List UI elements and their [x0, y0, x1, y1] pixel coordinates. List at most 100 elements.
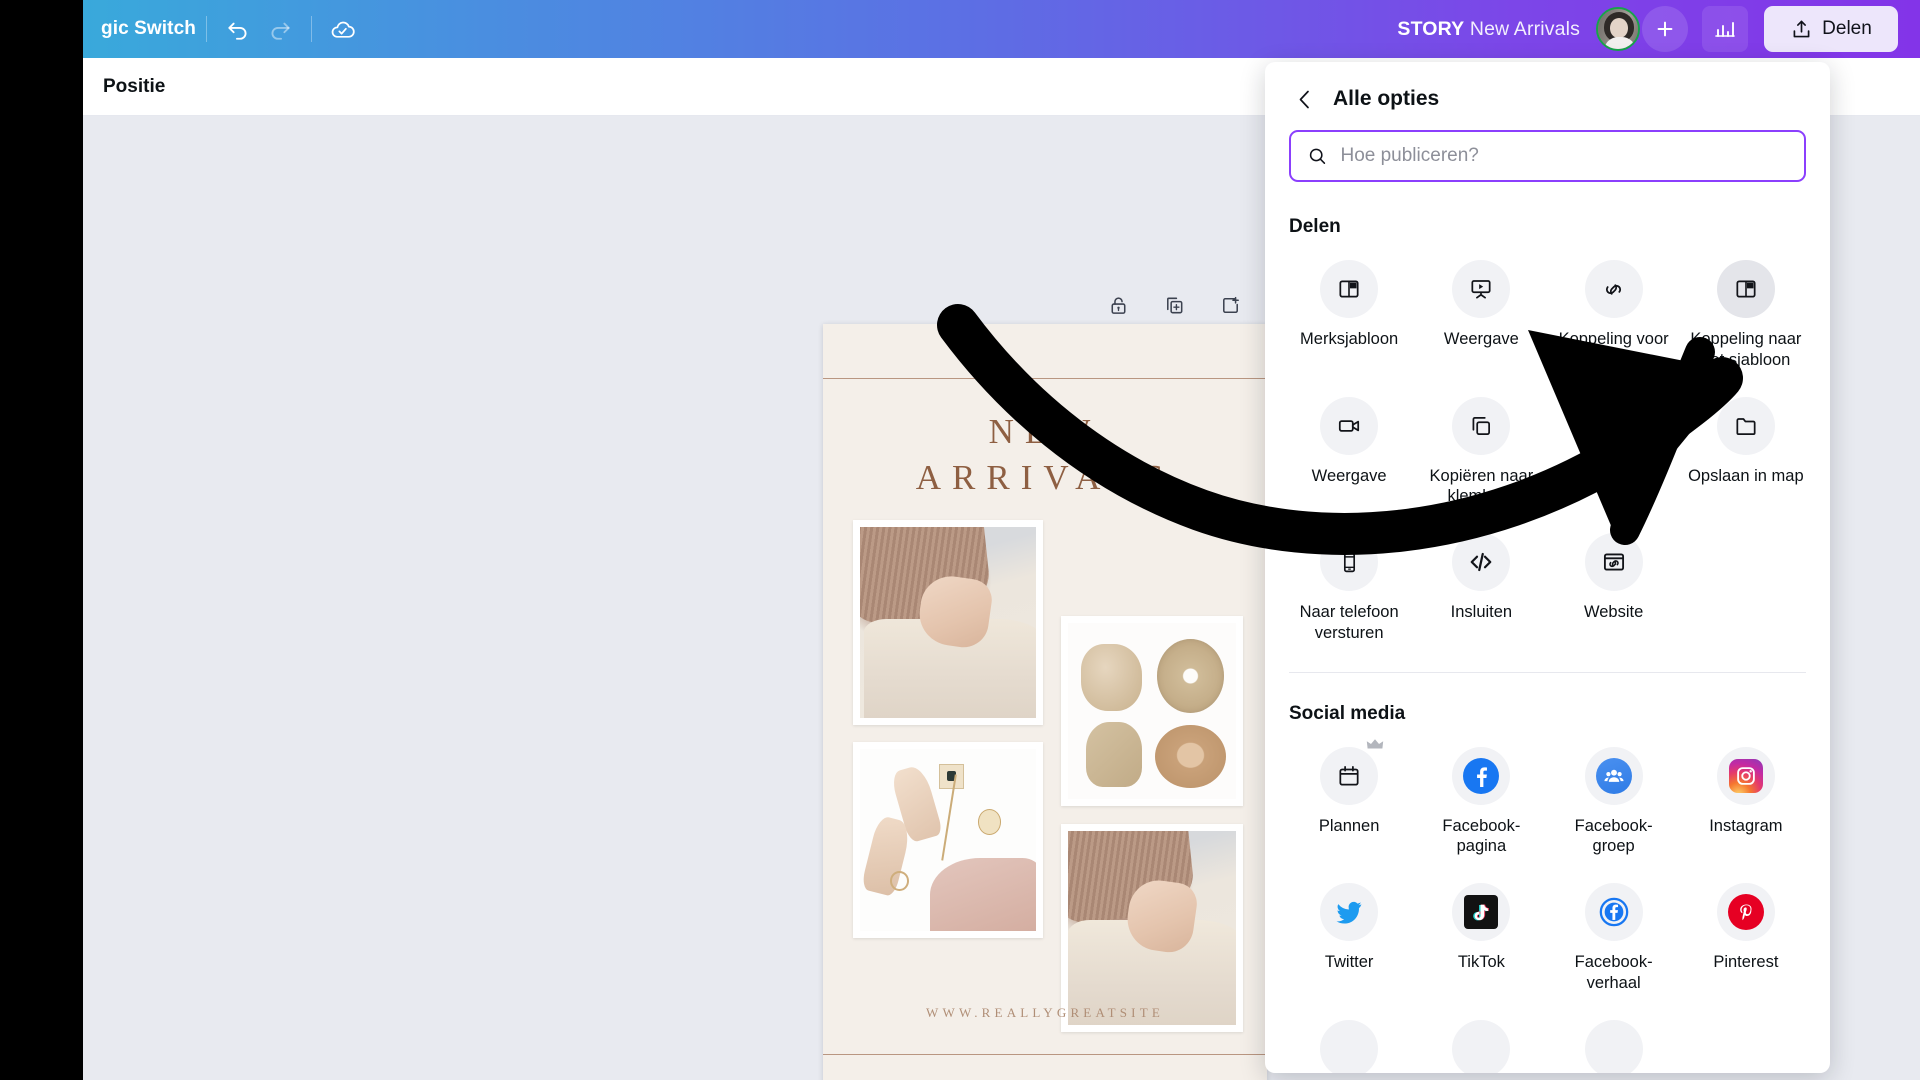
- undo-button[interactable]: [217, 8, 259, 50]
- option-icon-bubble: [1716, 746, 1775, 805]
- chevron-left-icon: [1299, 90, 1309, 108]
- toolbar-divider-2: [310, 16, 312, 42]
- poster-photo-2: [1061, 616, 1243, 806]
- option-icon-bubble: [1452, 533, 1511, 592]
- add-page-button[interactable]: [1213, 288, 1247, 322]
- option-twitter[interactable]: Twitter: [1283, 871, 1415, 1004]
- option-weergave-opnemen[interactable]: Weergave: [1283, 385, 1415, 518]
- cloud-check-icon: [332, 21, 356, 38]
- option-icon-bubble: [1320, 1019, 1379, 1073]
- option-icon-bubble: [1584, 396, 1643, 455]
- option-naar-telefoon[interactable]: Naar telefoon versturen: [1283, 521, 1415, 654]
- option-label: Weergave: [1311, 466, 1387, 485]
- document-title[interactable]: STORY New Arrivals: [1397, 18, 1580, 41]
- option-facebook-verhaal[interactable]: Facebook-verhaal: [1548, 871, 1680, 1004]
- option-kopieren-klembord[interactable]: Kopiëren naar klembord: [1415, 385, 1547, 518]
- option-label: Opslaan in map: [1688, 466, 1804, 485]
- position-button[interactable]: Positie: [83, 76, 165, 98]
- avatar[interactable]: [1596, 7, 1640, 51]
- twitter-icon: [1336, 902, 1362, 924]
- bar-chart-icon: [1715, 22, 1735, 37]
- code-icon: [1471, 553, 1492, 572]
- option-icon-bubble: [1452, 1019, 1511, 1073]
- option-weergave[interactable]: Weergave: [1415, 248, 1547, 381]
- brand-label: gic Switch: [101, 18, 196, 39]
- panel-back-button[interactable]: [1289, 84, 1319, 114]
- delen-grid: Merksjabloon Weergave Koppeling voor Kop…: [1265, 248, 1830, 654]
- option-facebook-pagina[interactable]: Facebook-pagina: [1415, 735, 1547, 868]
- option-label: Insluiten: [1450, 603, 1513, 622]
- option-icon-bubble: [1584, 1019, 1643, 1073]
- instagram-icon: [1728, 758, 1763, 793]
- phone-icon: [1343, 552, 1355, 572]
- option-pinterest[interactable]: Pinterest: [1680, 871, 1812, 1004]
- option-icon-bubble: [1584, 533, 1643, 592]
- link-icon: [1606, 283, 1622, 295]
- option-label: Facebook-pagina: [1442, 816, 1521, 856]
- copy-icon: [1472, 416, 1491, 435]
- option-partial-2[interactable]: [1415, 1008, 1547, 1073]
- template-link-icon: [1736, 280, 1756, 298]
- option-label: Instagram: [1709, 816, 1783, 835]
- undo-icon: [228, 22, 247, 40]
- option-facebook-groep[interactable]: Facebook-groep: [1548, 735, 1680, 868]
- option-label: Facebook-groep: [1574, 816, 1653, 856]
- duplicate-page-button[interactable]: [1157, 288, 1191, 322]
- panel-title: Alle opties: [1333, 87, 1440, 110]
- search-input[interactable]: [1340, 145, 1788, 167]
- option-icon-bubble: [1452, 260, 1511, 318]
- option-icon-bubble: [1716, 883, 1775, 942]
- add-collaborator-button[interactable]: [1642, 6, 1688, 52]
- option-icon-bubble: [1452, 883, 1511, 942]
- option-plannen[interactable]: Plannen: [1283, 735, 1415, 868]
- option-icon-bubble: [1716, 396, 1775, 455]
- share-button-label: Delen: [1822, 18, 1872, 39]
- poster-rule-top: [823, 378, 1267, 379]
- crown-pro-icon: [1366, 738, 1384, 749]
- option-label: TikTok: [1457, 953, 1505, 972]
- option-instagram[interactable]: Instagram: [1680, 735, 1812, 868]
- document-title-rest: New Arrivals: [1464, 17, 1580, 40]
- panel-search-wrap: [1265, 122, 1830, 182]
- lock-page-button[interactable]: [1101, 288, 1135, 322]
- option-icon-bubble: [1584, 746, 1643, 805]
- toolbar-divider: [205, 16, 207, 42]
- option-koppeling-voor[interactable]: Koppeling voor: [1548, 248, 1680, 381]
- option-label: Facebook-verhaal: [1574, 953, 1653, 993]
- search-box[interactable]: [1289, 130, 1806, 182]
- plus-icon: [1657, 21, 1673, 37]
- option-partial-3[interactable]: [1548, 1008, 1680, 1073]
- social-grid: Plannen Facebook-pagina Facebook-groep I…: [1265, 735, 1830, 1073]
- option-label: Kopiëren naar klembord: [1429, 466, 1534, 506]
- option-insluiten[interactable]: Insluiten: [1415, 521, 1547, 654]
- redo-button[interactable]: [259, 8, 301, 50]
- document-title-bold: STORY: [1397, 17, 1465, 40]
- option-koppeling-naar-sjabloon[interactable]: Koppeling naar het sjabloon: [1680, 248, 1812, 381]
- video-record-icon: [1339, 419, 1360, 432]
- calendar-icon: [1339, 765, 1359, 786]
- upload-icon: [1793, 20, 1810, 37]
- facebook-icon: [1463, 757, 1500, 794]
- insights-button[interactable]: [1702, 6, 1748, 52]
- lock-icon: [1111, 296, 1125, 314]
- option-icon-bubble: [1320, 883, 1379, 942]
- option-tiktok[interactable]: TikTok: [1415, 871, 1547, 1004]
- option-partial-1[interactable]: [1283, 1008, 1415, 1073]
- section-title-social: Social media: [1289, 702, 1406, 724]
- left-rail: [0, 0, 83, 1080]
- option-icon-bubble: [1320, 738, 1384, 805]
- option-website[interactable]: Website: [1548, 521, 1680, 654]
- panel-scroll-area[interactable]: Delen Merksjabloon Weergave Koppeling vo…: [1265, 186, 1830, 1073]
- tiktok-icon: [1464, 895, 1499, 930]
- poster-photo-4: [1061, 824, 1243, 1032]
- add-page-icon: [1222, 296, 1239, 313]
- cloud-saved-button[interactable]: [322, 8, 364, 50]
- option-icon-bubble: [1452, 396, 1511, 455]
- design-canvas: NEW ARRIVALS WWW.REALLYGREATSITE: [823, 324, 1267, 1080]
- option-merksjabloon[interactable]: Merksjabloon: [1283, 248, 1415, 381]
- share-button[interactable]: Delen: [1764, 6, 1898, 52]
- poster-rule-bottom: [823, 1054, 1267, 1055]
- option-qr-code[interactable]: QR-code: [1548, 385, 1680, 518]
- design-page[interactable]: NEW ARRIVALS WWW.REALLYGREATSITE: [823, 324, 1267, 1080]
- option-opslaan-in-map[interactable]: Opslaan in map: [1680, 385, 1812, 518]
